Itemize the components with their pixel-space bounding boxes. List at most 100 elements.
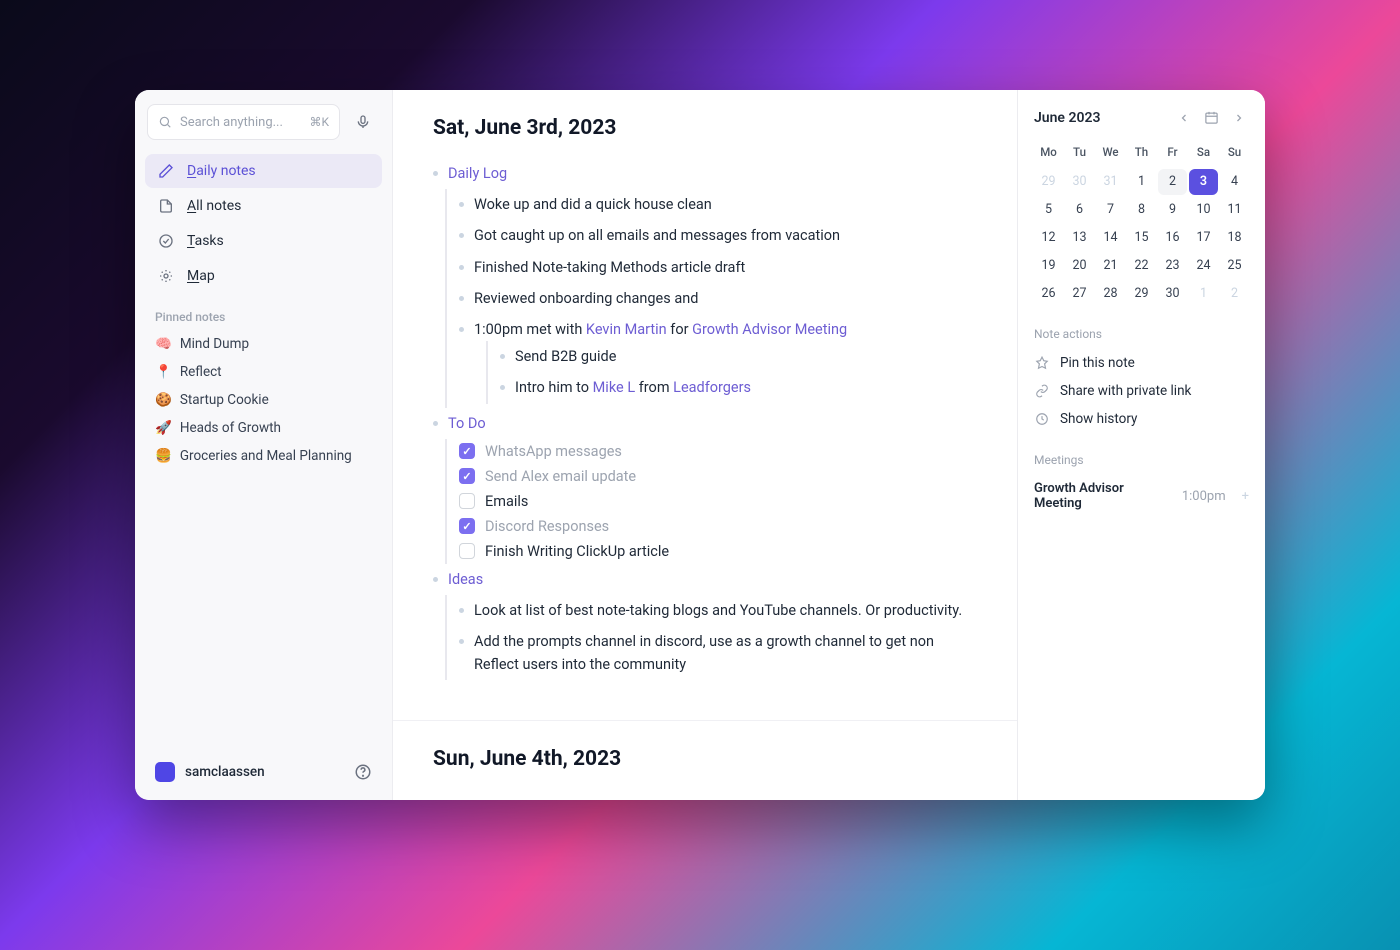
calendar-day[interactable]: 7 [1096,197,1125,223]
calendar-day[interactable]: 25 [1220,253,1249,279]
calendar-dow: Sa [1189,141,1218,167]
calendar-day[interactable]: 15 [1127,225,1156,251]
todo-text[interactable]: Send Alex email update [485,468,636,485]
calendar-day[interactable]: 20 [1065,253,1094,279]
calendar-day[interactable]: 4 [1220,169,1249,195]
checkbox[interactable] [459,543,475,559]
calendar-day[interactable]: 1 [1189,281,1218,307]
calendar-day[interactable]: 1 [1127,169,1156,195]
calendar-day[interactable]: 13 [1065,225,1094,251]
calendar-day[interactable]: 17 [1189,225,1218,251]
calendar-day[interactable]: 30 [1158,281,1187,307]
section-heading-row: Ideas [433,564,977,595]
help-button[interactable] [354,763,372,781]
bullet-item: Finished Note-taking Methods article dra… [459,252,977,283]
pinned-item-4[interactable]: 🍔Groceries and Meal Planning [143,442,384,470]
voice-input-button[interactable] [346,105,380,139]
section-heading[interactable]: To Do [448,412,486,435]
section-heading[interactable]: Ideas [448,568,483,591]
checkbox[interactable] [459,518,475,534]
pinned-item-2[interactable]: 🍪Startup Cookie [143,386,384,414]
pinned-item-0[interactable]: 🧠Mind Dump [143,330,384,358]
bullet-text[interactable]: Reviewed onboarding changes and [474,287,698,310]
calendar-day[interactable]: 24 [1189,253,1218,279]
calendar-day[interactable]: 10 [1189,197,1218,223]
calendar-day[interactable]: 2 [1158,169,1187,195]
bullet-text[interactable]: Intro him to Mike L from Leadforgers [515,376,751,399]
todo-text[interactable]: Emails [485,493,528,510]
checkbox[interactable] [459,493,475,509]
calendar-day[interactable]: 22 [1127,253,1156,279]
calendar-day[interactable]: 18 [1220,225,1249,251]
calendar-day[interactable]: 5 [1034,197,1063,223]
section-heading-row: To Do [433,408,977,439]
section-heading[interactable]: Daily Log [448,162,507,185]
calendar-month: June 2023 [1034,110,1100,126]
inline-link[interactable]: Kevin Martin [586,321,667,338]
todo-text[interactable]: WhatsApp messages [485,443,622,460]
checkbox[interactable] [459,443,475,459]
calendar-day[interactable]: 12 [1034,225,1063,251]
calendar-day[interactable]: 23 [1158,253,1187,279]
nav-item-0[interactable]: Daily notes [145,154,382,188]
calendar-next-button[interactable] [1229,110,1249,126]
nav-item-1[interactable]: All notes [145,189,382,223]
calendar-day[interactable]: 16 [1158,225,1187,251]
calendar-day[interactable]: 2 [1220,281,1249,307]
calendar-day[interactable]: 31 [1096,169,1125,195]
add-meeting-button[interactable]: + [1242,489,1249,504]
todo-text[interactable]: Finish Writing ClickUp article [485,543,669,560]
meeting-item[interactable]: Growth Advisor Meeting 1:00pm + [1034,475,1249,517]
calendar-day[interactable]: 3 [1189,169,1218,195]
calendar-day[interactable]: 29 [1034,169,1063,195]
search-input[interactable]: Search anything... ⌘K [147,104,340,140]
inline-link[interactable]: Growth Advisor Meeting [692,321,847,338]
calendar-today-button[interactable] [1200,108,1223,127]
calendar-day[interactable]: 29 [1127,281,1156,307]
pinned-item-3[interactable]: 🚀Heads of Growth [143,414,384,442]
app-window: Search anything... ⌘K Daily notesAll not… [135,90,1265,800]
bullet-item: Got caught up on all emails and messages… [459,220,977,251]
bullet-text[interactable]: Finished Note-taking Methods article dra… [474,256,745,279]
todo-text[interactable]: Discord Responses [485,518,609,535]
bullet-text[interactable]: Add the prompts channel in discord, use … [474,630,977,676]
note-action-link[interactable]: Share with private link [1034,377,1249,405]
calendar-day[interactable]: 19 [1034,253,1063,279]
inline-link[interactable]: Mike L [593,379,636,396]
bullet-dot-icon [459,265,464,270]
bullet-text[interactable]: Send B2B guide [515,345,616,368]
meeting-time: 1:00pm [1182,489,1226,504]
calendar-day[interactable]: 14 [1096,225,1125,251]
nav-item-2[interactable]: Tasks [145,224,382,258]
username[interactable]: samclaassen [185,764,265,780]
calendar-day[interactable]: 28 [1096,281,1125,307]
pinned-notes-label: Pinned notes [143,294,384,330]
calendar-day[interactable]: 6 [1065,197,1094,223]
action-label: Share with private link [1060,383,1191,399]
calendar-day[interactable]: 27 [1065,281,1094,307]
calendar-day[interactable]: 9 [1158,197,1187,223]
note-action-history[interactable]: Show history [1034,405,1249,433]
bullet-dot-icon [459,202,464,207]
checkbox[interactable] [459,468,475,484]
nav-item-3[interactable]: Map [145,259,382,293]
bullet-text[interactable]: Got caught up on all emails and messages… [474,224,840,247]
note-action-pin[interactable]: Pin this note [1034,349,1249,377]
pinned-label: Heads of Growth [180,420,281,436]
calendar-prev-button[interactable] [1174,110,1194,126]
calendar-day[interactable]: 21 [1096,253,1125,279]
calendar-day[interactable]: 30 [1065,169,1094,195]
calendar-day[interactable]: 11 [1220,197,1249,223]
note-title: Sun, June 4th, 2023 [433,747,977,771]
pinned-label: Groceries and Meal Planning [180,448,352,464]
bullet-text[interactable]: Woke up and did a quick house clean [474,193,712,216]
calendar-day[interactable]: 26 [1034,281,1063,307]
avatar[interactable] [155,762,175,782]
bullet-text[interactable]: 1:00pm met with Kevin Martin for Growth … [474,318,847,404]
calendar-day[interactable]: 8 [1127,197,1156,223]
main-content[interactable]: Sat, June 3rd, 2023 Daily Log Woke up an… [393,90,1017,800]
pinned-item-1[interactable]: 📍Reflect [143,358,384,386]
nav-label: Tasks [187,233,224,249]
inline-link[interactable]: Leadforgers [673,379,751,396]
bullet-text[interactable]: Look at list of best note-taking blogs a… [474,599,962,622]
